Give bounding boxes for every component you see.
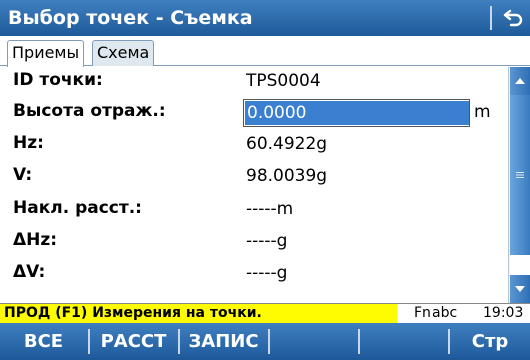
field-row-delta-hz: ΔHz: -----g xyxy=(0,227,508,257)
arrow-up-icon xyxy=(515,78,525,84)
reflector-height-label: Высота отраж.: xyxy=(13,101,166,121)
v-value: 98.0039g xyxy=(246,166,328,186)
vertical-scrollbar[interactable] xyxy=(508,67,530,303)
field-row-v: V: 98.0039g xyxy=(0,162,508,192)
softkey-f6-page[interactable]: Стр xyxy=(450,323,530,360)
scroll-up-button[interactable] xyxy=(510,67,530,95)
slope-distance-value: -----m xyxy=(246,199,294,219)
arrow-down-icon xyxy=(515,286,525,292)
scroll-thumb[interactable] xyxy=(510,95,530,255)
delta-hz-value: -----g xyxy=(246,231,288,251)
hz-value: 60.4922g xyxy=(246,134,328,154)
softkey-f1-vse[interactable]: ВСЕ xyxy=(0,323,87,360)
point-id-value: TPS0004 xyxy=(246,71,321,91)
scroll-down-button[interactable] xyxy=(510,275,530,303)
grip-icon xyxy=(516,172,524,178)
status-bar: ПРОД (F1) Измерения на точки. Fn abc 19:… xyxy=(0,303,530,323)
point-id-label: ID точки: xyxy=(13,70,103,90)
title-separator xyxy=(490,6,492,30)
reflector-height-input[interactable]: 0.0000 xyxy=(243,99,470,127)
form-panel: ID точки: TPS0004 Высота отраж.: 0.0000 … xyxy=(0,67,508,303)
tab-skhema[interactable]: Схема xyxy=(92,40,155,66)
reflector-height-value[interactable]: 0.0000 xyxy=(245,101,469,125)
window-title: Выбор точек - Съемка xyxy=(8,7,253,29)
v-label: V: xyxy=(13,165,33,185)
field-row-reflector-height: Высота отраж.: 0.0000 m xyxy=(0,98,508,128)
return-arrow-icon[interactable] xyxy=(498,3,528,33)
delta-hz-label: ΔHz: xyxy=(13,230,58,250)
input-case-indicator: abc xyxy=(432,305,458,321)
reflector-height-unit: m xyxy=(474,102,491,122)
field-row-hz: Hz: 60.4922g xyxy=(0,130,508,160)
softkey-f2-rasst[interactable]: РАССТ xyxy=(90,323,177,360)
title-bar: Выбор точек - Съемка xyxy=(0,0,530,36)
status-message: ПРОД (F1) Измерения на точки. xyxy=(0,304,397,323)
tab-priemy[interactable]: Приемы xyxy=(7,40,85,67)
field-row-point-id: ID точки: TPS0004 xyxy=(0,67,508,97)
field-row-slope-distance: Накл. расст.: -----m xyxy=(0,195,508,225)
softkey-f4[interactable] xyxy=(270,323,357,360)
softkey-f5[interactable] xyxy=(360,323,447,360)
delta-v-label: ΔV: xyxy=(13,262,46,282)
delta-v-value: -----g xyxy=(246,263,288,283)
tab-bar: Приемы Схема xyxy=(0,36,530,67)
clock: 19:03 xyxy=(483,305,524,321)
hz-label: Hz: xyxy=(13,133,44,153)
slope-distance-label: Накл. расст.: xyxy=(13,198,142,218)
field-row-delta-v: ΔV: -----g xyxy=(0,259,508,289)
softkey-bar: ВСЕ РАССТ ЗАПИС Стр xyxy=(0,323,530,360)
fn-indicator: Fn xyxy=(414,305,431,321)
softkey-f3-zapis[interactable]: ЗАПИС xyxy=(180,323,267,360)
